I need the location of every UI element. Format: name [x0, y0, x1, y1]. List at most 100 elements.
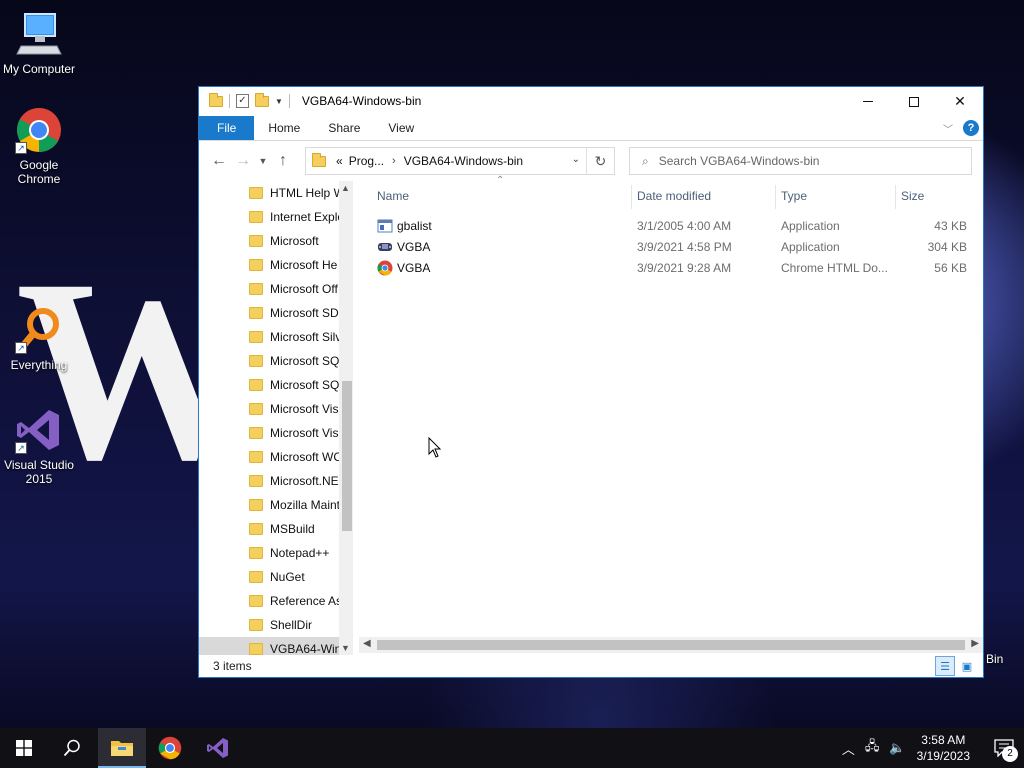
customize-qat-chevron-icon[interactable]: ▼	[275, 97, 283, 106]
help-icon[interactable]: ?	[963, 120, 979, 136]
folder-icon	[249, 427, 263, 439]
new-folder-icon[interactable]	[255, 92, 269, 107]
details-view-button[interactable]: ☰	[935, 656, 955, 676]
scroll-down-arrow-icon[interactable]: ▼	[341, 643, 350, 653]
scrollbar-thumb[interactable]	[342, 381, 352, 531]
up-button[interactable]: ↑	[271, 149, 295, 173]
recent-locations-button[interactable]: ▼	[255, 149, 271, 173]
file-row[interactable]: gbalist 3/1/2005 4:00 AM Application 43 …	[359, 215, 983, 236]
scroll-right-arrow-icon[interactable]: ▶	[971, 638, 979, 649]
tree-item[interactable]: Microsoft.NE	[249, 469, 341, 493]
tree-item[interactable]: Mozilla Maint	[249, 493, 341, 517]
tree-item[interactable]: MSBuild	[249, 517, 341, 541]
file-row[interactable]: VGBA 3/9/2021 4:58 PM Application 304 KB	[359, 236, 983, 257]
tree-item[interactable]: NuGet	[249, 565, 341, 589]
column-divider[interactable]	[775, 185, 776, 209]
breadcrumb-overflow[interactable]: «	[336, 154, 343, 168]
tree-item[interactable]: Microsoft Vis	[249, 397, 341, 421]
breadcrumb-item[interactable]: Prog...	[349, 154, 384, 168]
desktop-icon-everything[interactable]: ↗ Everything	[0, 306, 78, 372]
action-center-button[interactable]: 2	[984, 728, 1024, 768]
network-icon[interactable]: 🖧	[865, 737, 880, 759]
folder-icon	[312, 152, 326, 167]
tree-item[interactable]: Microsoft Silv	[249, 325, 341, 349]
back-button[interactable]: ←	[207, 149, 231, 173]
column-divider[interactable]	[631, 185, 632, 209]
taskbar-file-explorer[interactable]	[98, 728, 146, 768]
column-header-type[interactable]: Type	[781, 181, 807, 211]
search-box[interactable]: ⌕ Search VGBA64-Windows-bin	[629, 147, 972, 175]
tree-item[interactable]: ShellDir	[249, 613, 341, 637]
tree-item-label: Reference Ass	[270, 594, 341, 608]
navigation-pane: HTML Help W Internet Explo Microsoft Micros…	[199, 181, 353, 655]
taskbar-chrome[interactable]	[146, 728, 194, 768]
tree-item-label: MSBuild	[270, 522, 315, 536]
file-name-cell: VGBA	[377, 236, 430, 257]
tree-item-label: Microsoft Silv	[270, 330, 341, 344]
tab-home[interactable]: Home	[254, 116, 314, 140]
ribbon-right-controls: ﹀ ?	[943, 120, 979, 136]
nav-pane-scrollbar[interactable]: ▲ ▼	[339, 181, 353, 655]
file-row[interactable]: VGBA 3/9/2021 9:28 AM Chrome HTML Do... …	[359, 257, 983, 278]
tree-item[interactable]: Microsoft Vis	[249, 421, 341, 445]
tree-item[interactable]: Microsoft SQ	[249, 349, 341, 373]
expand-ribbon-chevron-icon[interactable]: ﹀	[943, 121, 953, 136]
tree-item[interactable]: Internet Explo	[249, 205, 341, 229]
tree-item[interactable]: Microsoft Off	[249, 277, 341, 301]
scrollbar-thumb[interactable]	[377, 640, 965, 650]
desktop-icon-visual-studio[interactable]: ↗ Visual Studio 2015	[0, 406, 78, 486]
volume-icon[interactable]: 🔈	[889, 740, 905, 756]
taskbar-visual-studio[interactable]	[194, 728, 242, 768]
breadcrumb-separator-icon[interactable]: ›	[392, 155, 396, 167]
tree-item[interactable]: Microsoft SQ	[249, 373, 341, 397]
tab-share[interactable]: Share	[314, 116, 374, 140]
folder-icon	[249, 331, 263, 343]
clock-date: 3/19/2023	[916, 749, 970, 763]
address-dropdown-chevron-icon[interactable]: ⌄	[572, 154, 580, 165]
large-icons-view-button[interactable]: ▣	[957, 656, 977, 676]
recycle-bin-label[interactable]: Bin	[986, 652, 1003, 666]
address-bar[interactable]: « Prog... › VGBA64-Windows-bin ⌄ ↻	[305, 147, 615, 175]
notification-count-badge: 2	[1002, 746, 1018, 762]
clock[interactable]: 3:58 AM 3/19/2023	[917, 732, 970, 764]
tree-item[interactable]: Reference Ass	[249, 589, 341, 613]
tree-item-label: HTML Help W	[270, 186, 341, 200]
file-list-horizontal-scrollbar[interactable]: ◀ ▶	[359, 637, 983, 653]
title-bar[interactable]: ✓ ▼ VGBA64-Windows-bin ✕	[199, 87, 983, 116]
shortcut-arrow-icon: ↗	[15, 442, 27, 454]
tree-item[interactable]: Microsoft WC	[249, 445, 341, 469]
start-button[interactable]	[0, 728, 48, 768]
shortcut-arrow-icon: ↗	[15, 342, 27, 354]
tree-item[interactable]: VGBA64-Wind	[249, 637, 341, 655]
search-button[interactable]	[48, 728, 96, 768]
minimize-button[interactable]	[845, 87, 891, 116]
tree-item[interactable]: Microsoft He	[249, 253, 341, 277]
scroll-up-arrow-icon[interactable]: ▲	[341, 183, 350, 193]
show-hidden-icons-chevron-icon[interactable]: ︿	[842, 739, 855, 758]
breadcrumb-item[interactable]: VGBA64-Windows-bin	[404, 154, 523, 168]
tree-item[interactable]: Microsoft	[249, 229, 341, 253]
title-separator	[288, 94, 290, 108]
tree-item[interactable]: Microsoft SDI	[249, 301, 341, 325]
tree-item[interactable]: Notepad++	[249, 541, 341, 565]
refresh-button[interactable]: ↻	[586, 148, 614, 174]
column-header-name[interactable]: Name	[377, 181, 409, 211]
properties-icon[interactable]: ✓	[236, 94, 249, 108]
folder-icon	[249, 379, 263, 391]
desktop-icon-my-computer[interactable]: My Computer	[0, 10, 78, 76]
column-header-size[interactable]: Size	[901, 181, 924, 211]
scroll-left-arrow-icon[interactable]: ◀	[363, 638, 371, 649]
desktop-icon-chrome[interactable]: ↗ Google Chrome	[0, 106, 78, 186]
tab-view[interactable]: View	[374, 116, 428, 140]
forward-button[interactable]: →	[231, 149, 255, 173]
tab-file[interactable]: File	[199, 116, 255, 140]
close-button[interactable]: ✕	[937, 87, 983, 116]
folder-icon	[249, 523, 263, 535]
column-header-date[interactable]: Date modified	[637, 181, 711, 211]
maximize-icon	[909, 96, 919, 107]
file-name: gbalist	[397, 218, 432, 233]
large-icons-view-icon: ▣	[961, 660, 973, 673]
tree-item[interactable]: HTML Help W	[249, 181, 341, 205]
column-divider[interactable]	[895, 185, 896, 209]
maximize-button[interactable]	[891, 87, 937, 116]
